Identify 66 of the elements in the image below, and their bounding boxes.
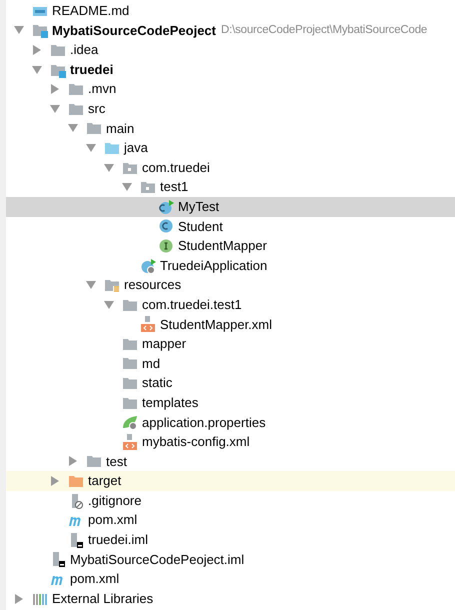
tree-item-label[interactable]: MybatiSourceCodePeoject.iml <box>70 550 244 570</box>
folder-icon <box>86 453 102 470</box>
tree-item-label[interactable]: com.truedei.test1 <box>142 294 242 314</box>
xml-file-icon <box>140 316 156 332</box>
tree-item-label[interactable]: com.truedei <box>142 158 210 178</box>
interface-icon <box>158 238 174 254</box>
folder-icon <box>86 120 102 136</box>
tree-item-label[interactable]: TruedeiApplication <box>160 256 268 276</box>
xml-file-icon <box>122 434 138 450</box>
tree-item-label[interactable]: StudentMapper <box>178 236 267 256</box>
package-folder-icon <box>140 179 156 196</box>
iml-file-icon <box>50 551 66 568</box>
tree-toggle-arrow[interactable] <box>68 123 78 134</box>
tree-item-label[interactable]: StudentMapper.xml <box>160 314 272 334</box>
properties-file-icon <box>122 414 138 430</box>
tree-toggle-arrow[interactable] <box>50 476 60 486</box>
tree-toggle-arrow[interactable] <box>86 142 96 153</box>
path-hint: D:\sourceCodeProject\MybatiSourceCode <box>221 22 428 38</box>
folder-icon <box>122 355 138 372</box>
tree-item-label[interactable]: README.md <box>52 1 130 21</box>
tree-item-label[interactable]: Student <box>178 216 223 236</box>
tree-toggle-arrow[interactable] <box>122 182 132 192</box>
tree-item-label[interactable]: External Libraries <box>52 588 154 608</box>
tree-toggle-arrow[interactable] <box>68 456 78 466</box>
tree-toggle-arrow[interactable] <box>86 280 96 290</box>
tree-toggle-arrow[interactable] <box>14 25 24 36</box>
tree-item-label[interactable]: md <box>142 354 160 374</box>
class-icon <box>158 218 174 234</box>
tree-row-highlight[interactable]: MyTest <box>6 196 455 217</box>
class-run-icon <box>158 198 174 215</box>
tree-item-label[interactable]: MyTest <box>178 196 220 216</box>
tree-toggle-arrow[interactable] <box>32 44 42 55</box>
tree-toggle-arrow[interactable] <box>32 64 42 75</box>
module-folder-icon <box>32 22 48 38</box>
tree-toggle-arrow[interactable] <box>104 162 114 173</box>
class-run-icon <box>140 258 156 274</box>
tree-item-label[interactable]: application.properties <box>142 412 266 432</box>
tree-item-label[interactable]: target <box>88 471 122 491</box>
folder-icon <box>68 473 84 490</box>
tree-row-highlight[interactable]: target <box>6 471 455 491</box>
tree-toggle-arrow[interactable] <box>50 84 60 94</box>
tree-item-label[interactable]: .mvn <box>88 79 116 99</box>
tree-item-label[interactable]: test <box>106 452 127 472</box>
tree-item-label[interactable]: .gitignore <box>88 490 142 510</box>
tree-item-label[interactable]: resources <box>124 275 182 295</box>
tree-item-label[interactable]: mybatis-config.xml <box>142 432 250 452</box>
tree-toggle-arrow[interactable] <box>104 300 114 310</box>
tree-item-label[interactable]: src <box>88 99 106 119</box>
tree-item-label[interactable]: templates <box>142 392 198 412</box>
tree-item-label[interactable]: java <box>124 138 148 158</box>
tree-item-label[interactable]: main <box>106 118 134 138</box>
resources-folder-icon <box>104 277 120 294</box>
iml-file-icon <box>68 532 84 548</box>
tree-item-label[interactable]: pom.xml <box>70 569 120 589</box>
tree-toggle-arrow[interactable] <box>50 104 60 114</box>
tree-item-label[interactable]: static <box>142 373 172 393</box>
folder-icon <box>68 81 84 98</box>
tree-item-label[interactable]: test1 <box>160 177 188 197</box>
tree-item-label[interactable]: pom.xml <box>88 510 138 530</box>
tree-item-label[interactable]: MybatiSourceCodePeoject <box>52 20 216 40</box>
tree-item-label[interactable]: truedei.iml <box>88 530 148 550</box>
tree-toggle-arrow[interactable] <box>14 594 24 604</box>
tree-item-label[interactable]: .idea <box>70 40 98 60</box>
tree-item-label[interactable]: truedei <box>70 60 114 80</box>
folder-icon <box>122 375 138 392</box>
tree-item-label[interactable]: mapper <box>142 334 186 354</box>
